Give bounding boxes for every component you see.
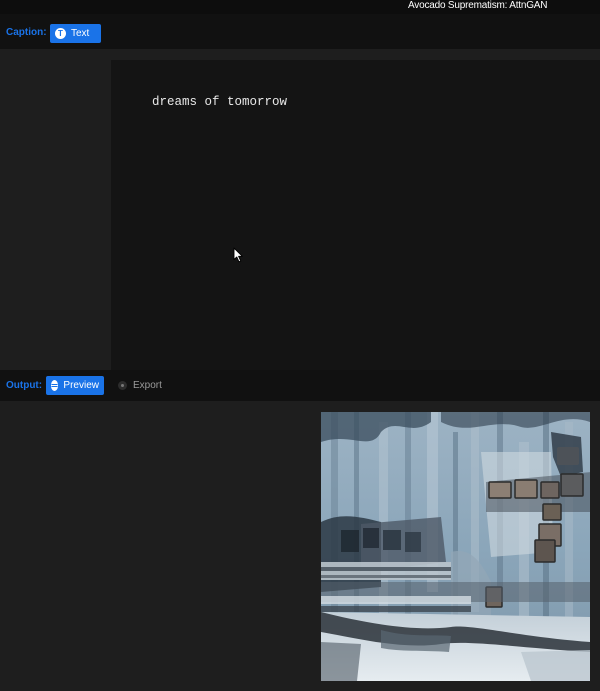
title-bar: Avocado Suprematism: AttnGAN xyxy=(0,0,600,14)
text-button[interactable]: T Text xyxy=(50,24,101,43)
text-icon: T xyxy=(55,28,66,39)
preview-button-label: Preview xyxy=(63,380,99,391)
export-button[interactable]: Export xyxy=(118,379,162,392)
export-button-label: Export xyxy=(133,380,162,391)
export-icon xyxy=(118,381,127,390)
output-image xyxy=(321,412,590,681)
preview-icon xyxy=(51,380,59,391)
window-title: Avocado Suprematism: AttnGAN xyxy=(408,0,548,11)
caption-label: Caption: xyxy=(6,27,47,38)
output-label: Output: xyxy=(6,380,43,391)
mouse-cursor-icon xyxy=(233,247,243,263)
caption-toolbar: Caption: T Text xyxy=(0,14,600,49)
caption-text-area[interactable]: dreams of tomorrow xyxy=(111,60,600,370)
output-toolbar: Output: Preview Export xyxy=(0,370,600,401)
caption-text[interactable]: dreams of tomorrow xyxy=(152,95,287,109)
preview-button[interactable]: Preview xyxy=(46,376,104,395)
generated-image xyxy=(321,412,590,681)
text-button-label: Text xyxy=(71,28,90,39)
